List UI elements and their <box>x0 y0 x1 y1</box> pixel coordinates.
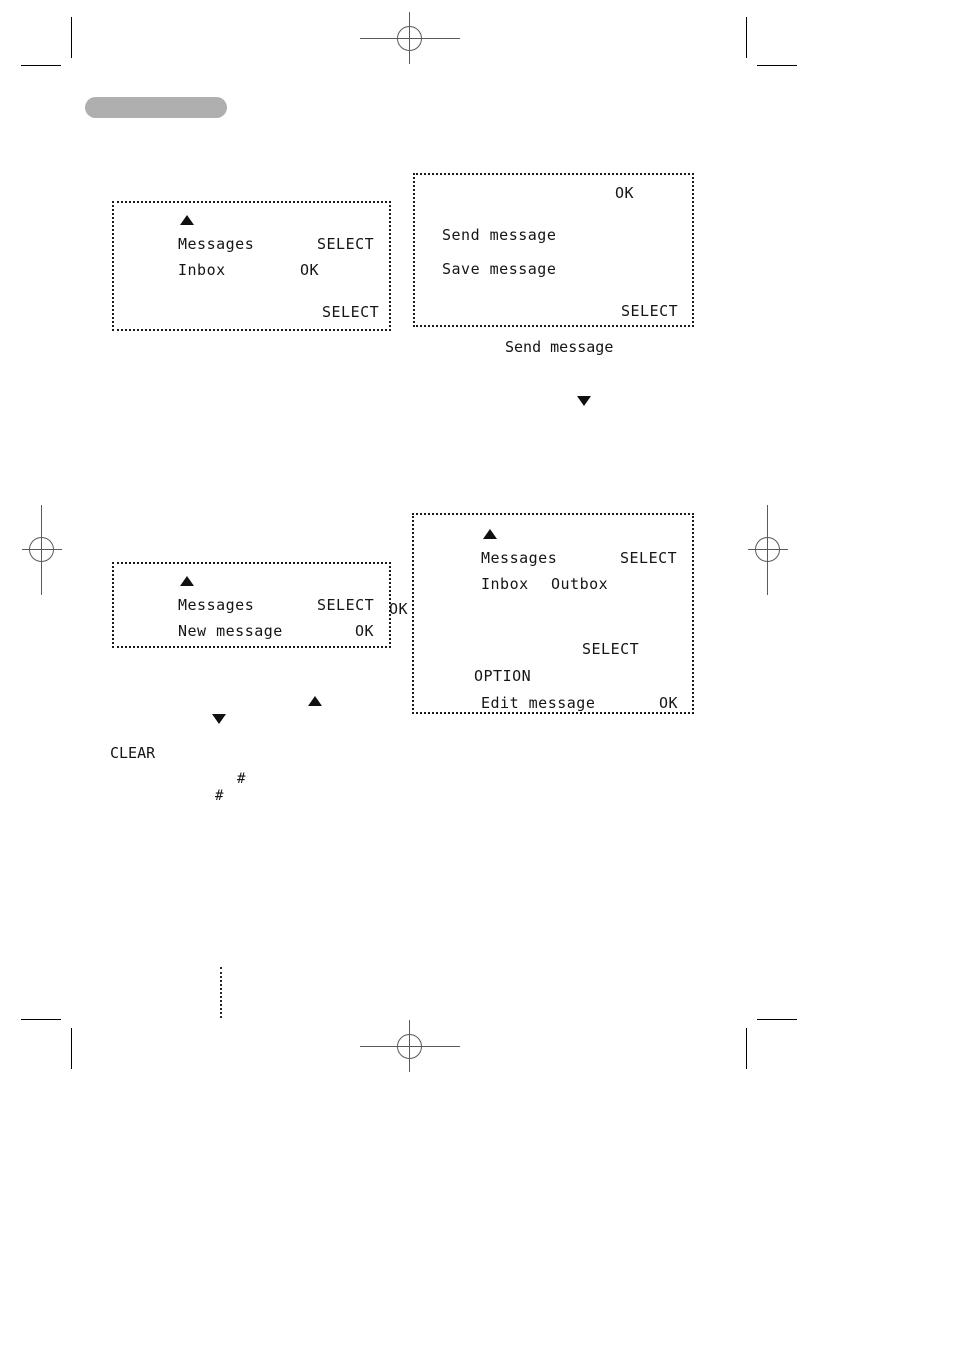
screen2-footer-softkey[interactable]: SELECT <box>621 302 678 320</box>
screen2-row1-label[interactable]: Send message <box>442 226 556 244</box>
up-arrow-icon <box>180 576 194 586</box>
document-page: Messages SELECT Inbox OK SELECT OK Send … <box>0 0 954 1351</box>
screen4-row1-softkey[interactable]: SELECT <box>620 549 677 567</box>
clear-key-label[interactable]: CLEAR <box>110 746 155 761</box>
lcd-screen-messages-outbox-edit: Messages SELECT Inbox Outbox OK SELECT O… <box>389 513 694 714</box>
lcd-screen-messages-inbox: Messages SELECT Inbox OK SELECT <box>112 201 391 331</box>
screen4-row2-label-outbox[interactable]: Outbox <box>551 575 608 593</box>
registration-mark-top-center <box>360 12 460 64</box>
down-arrow-icon-lower <box>212 714 226 724</box>
lcd-screen-messages-new-message: Messages SELECT New message OK <box>112 562 391 648</box>
up-arrow-icon <box>483 529 497 539</box>
registration-mark-right-middle <box>738 505 798 595</box>
crop-mark-top-left-vertical <box>71 17 72 58</box>
crop-mark-top-right-vertical <box>746 17 747 58</box>
screen4-edge-softkey-ok[interactable]: OK <box>389 600 408 618</box>
screen1-row1-label: Messages <box>178 235 255 253</box>
registration-mark-bottom-center <box>360 1020 460 1072</box>
lcd-screen-send-save-message: OK Send message Save message SELECT <box>413 173 694 327</box>
screen2-header-softkey[interactable]: OK <box>615 184 634 202</box>
hash-key-icon-1[interactable]: # <box>237 772 245 786</box>
crop-mark-bottom-left-vertical <box>71 1028 72 1069</box>
screen4-softkey-select[interactable]: SELECT <box>582 640 639 658</box>
registration-mark-left-middle <box>12 505 72 595</box>
up-arrow-icon-lower <box>308 696 322 706</box>
screen4-row2-label-inbox[interactable]: Inbox <box>481 575 529 593</box>
section-header-pill <box>85 97 227 118</box>
screen3-row1-softkey[interactable]: SELECT <box>317 596 374 614</box>
crop-mark-top-right-horizontal <box>757 65 797 66</box>
down-arrow-icon-mid <box>577 396 591 406</box>
screen3-row1-label: Messages <box>178 596 255 614</box>
screen3-row2-label: New message <box>178 622 283 640</box>
screen1-row1-softkey[interactable]: SELECT <box>317 235 374 253</box>
screen1-row2-label: Inbox <box>178 261 226 279</box>
crop-mark-bottom-right-vertical <box>746 1028 747 1069</box>
screen1-row2-softkey[interactable]: OK <box>300 261 319 279</box>
screen4-last-row-label[interactable]: Edit message <box>481 694 595 712</box>
screen4-row1-label: Messages <box>481 549 558 567</box>
caption-send-message: Send message <box>505 338 614 356</box>
crop-mark-top-left-horizontal <box>21 65 61 66</box>
hash-key-icon-2[interactable]: # <box>215 789 223 803</box>
up-arrow-icon <box>180 215 194 225</box>
screen1-footer-softkey[interactable]: SELECT <box>322 303 379 321</box>
crop-mark-bottom-right-horizontal <box>757 1019 797 1020</box>
crop-mark-bottom-left-horizontal <box>21 1019 61 1020</box>
screen4-option-label[interactable]: OPTION <box>474 667 531 685</box>
screen2-row2-label[interactable]: Save message <box>442 260 556 278</box>
screen3-row2-softkey[interactable]: OK <box>355 622 374 640</box>
dotted-guide-rule <box>220 967 222 1018</box>
screen4-last-row-softkey[interactable]: OK <box>659 694 678 712</box>
